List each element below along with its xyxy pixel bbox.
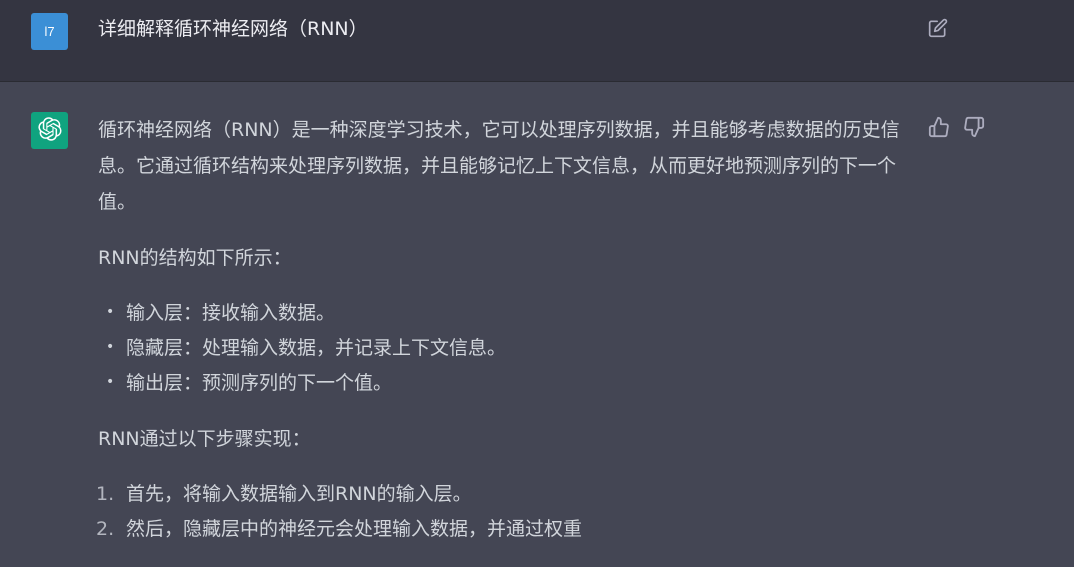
list-item: • 隐藏层：处理输入数据，并记录上下文信息。: [106, 337, 507, 359]
user-message-row: l7 详细解释循环神经网络（RNN）: [0, 0, 1074, 82]
assistant-avatar: [31, 112, 68, 149]
intro-paragraph: 循环神经网络（RNN）是一种深度学习技术，它可以处理序列数据，并且能够考虑数据的…: [98, 119, 900, 213]
openai-logo-icon: [37, 116, 62, 145]
thumbs-up-icon[interactable]: [928, 116, 950, 138]
list-item: • 输出层：预测序列的下一个值。: [106, 372, 393, 394]
list-item: 1. 首先，将输入数据输入到RNN的输入层。: [96, 483, 472, 505]
steps-heading: RNN通过以下步骤实现：: [98, 428, 311, 450]
thumbs-down-icon[interactable]: [963, 116, 985, 138]
bullet-icon: •: [106, 339, 115, 355]
user-avatar: l7: [31, 13, 68, 50]
steps-list: 1. 首先，将输入数据输入到RNN的输入层。 2. 然后，隐藏层中的神经元会处理输入…: [96, 477, 910, 547]
bullet-icon: •: [106, 304, 115, 320]
structure-heading: RNN的结构如下所示：: [98, 247, 292, 269]
edit-icon[interactable]: [928, 18, 948, 38]
assistant-message-row: 循环神经网络（RNN）是一种深度学习技术，它可以处理序列数据，并且能够考虑数据的…: [0, 82, 1074, 567]
list-item: • 输入层：接收输入数据。: [106, 302, 336, 324]
user-message-text: 详细解释循环神经网络（RNN）: [98, 18, 368, 40]
assistant-message-content: 循环神经网络（RNN）是一种深度学习技术，它可以处理序列数据，并且能够考虑数据的…: [96, 112, 910, 547]
bullet-icon: •: [106, 374, 115, 390]
structure-list: • 输入层：接收输入数据。 • 隐藏层：处理输入数据，并记录上下文信息。 • 输出层：…: [98, 296, 910, 401]
list-item: 2. 然后，隐藏层中的神经元会处理输入数据，并通过权重: [96, 518, 583, 540]
